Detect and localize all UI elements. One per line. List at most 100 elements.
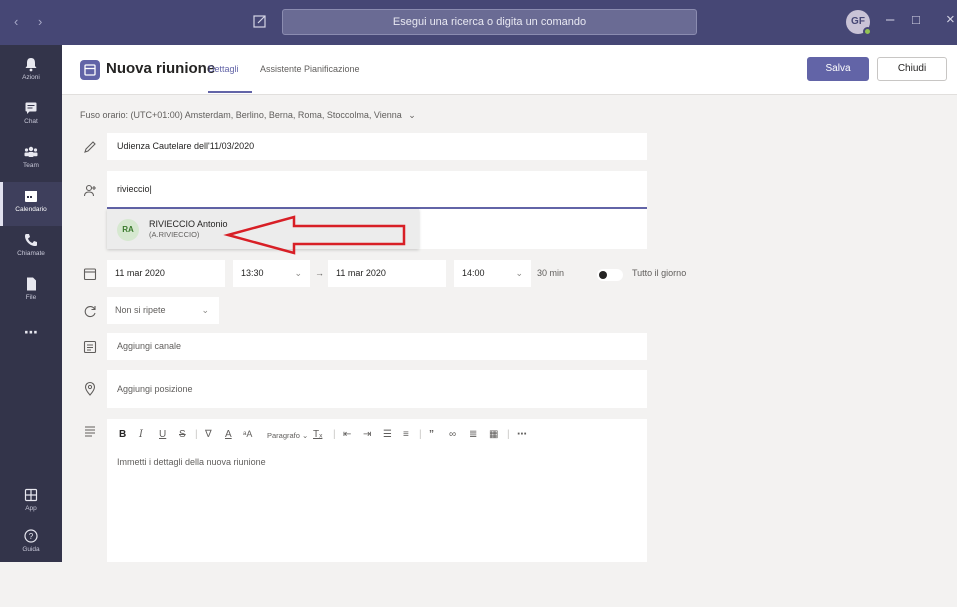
history-nav[interactable]: ‹ › — [14, 14, 50, 29]
horizontal-rule-icon[interactable]: ≣ — [469, 429, 477, 440]
timezone-label: Fuso orario: (UTC+01:00) Amsterdam, Berl… — [80, 110, 402, 120]
attendees-input[interactable]: riviecciο| — [107, 171, 647, 209]
toggle-knob — [599, 271, 607, 279]
underline-icon[interactable]: U — [159, 429, 166, 440]
chat-icon — [25, 102, 37, 114]
increase-indent-icon[interactable]: ⇥ — [363, 429, 371, 440]
rail-item-file[interactable]: File — [0, 270, 62, 314]
timezone-selector[interactable]: Fuso orario: (UTC+01:00) Amsterdam, Berl… — [80, 110, 416, 121]
repeat-dropdown[interactable]: Non si ripete ⌄ — [107, 297, 219, 324]
calendar-icon — [83, 268, 97, 281]
attendees-value: riviecciο — [117, 184, 150, 194]
font-size-icon[interactable]: ᵃA — [243, 429, 252, 439]
bulleted-list-icon[interactable]: ☰ — [383, 429, 392, 440]
more-icon[interactable]: ⋯ — [517, 429, 527, 440]
details-editor[interactable]: B I U S | ∇ A ᵃA Paragrafo ⌄ Tₓ | ⇤ ⇥ ☰ … — [107, 419, 647, 562]
pencil-icon — [84, 141, 96, 153]
table-icon[interactable]: ▦ — [489, 429, 498, 440]
italic-icon[interactable]: I — [139, 429, 143, 440]
link-icon[interactable]: ∞ — [449, 429, 456, 440]
all-day-label: Tutto il giorno — [632, 268, 687, 278]
rail-item-label: File — [25, 294, 37, 301]
channel-placeholder: Aggiungi canale — [117, 341, 182, 351]
rail-item-azioni[interactable]: Azioni — [0, 50, 62, 94]
help-icon: ? — [24, 529, 38, 543]
font-color-icon[interactable]: A — [225, 429, 232, 440]
toolbar-divider: | — [195, 429, 198, 440]
compose-icon[interactable] — [252, 13, 268, 29]
minimize-icon[interactable]: – — [886, 11, 894, 28]
duration-label: 30 min — [537, 268, 565, 278]
meeting-form-panel: Nuova riunione Dettagli Assistente Piani… — [62, 45, 957, 562]
suggestion-name: RIVIECCIO Antonio — [149, 219, 228, 229]
chevron-down-icon: ⌄ — [201, 305, 209, 315]
title-bar: ‹ › Esegui una ricerca o digita un coman… — [0, 0, 957, 45]
decrease-indent-icon[interactable]: ⇤ — [343, 429, 351, 440]
all-day-toggle[interactable] — [597, 269, 623, 281]
file-icon — [27, 277, 36, 291]
end-time-picker[interactable]: 14:00 ⌄ — [454, 260, 531, 287]
rail-item-chat[interactable]: Chat — [0, 94, 62, 138]
rail-item-label: App — [25, 505, 37, 512]
avatar-initials: GF — [851, 16, 865, 27]
paragraph-label: Paragrafo — [267, 431, 300, 440]
strikethrough-icon[interactable]: S — [179, 429, 186, 440]
svg-text:?: ? — [29, 532, 34, 541]
text-cursor: | — [149, 184, 152, 194]
save-button[interactable]: Salva — [807, 57, 869, 81]
suggestion-id: (A.RIVIECCIO) — [149, 230, 200, 239]
start-time-picker[interactable]: 13:30 ⌄ — [233, 260, 310, 287]
start-date-value: 11 mar 2020 — [115, 268, 165, 278]
rail-item-label: Calendario — [15, 206, 47, 213]
location-pin-icon — [84, 381, 96, 396]
end-date-picker[interactable]: 11 mar 2020 — [328, 260, 446, 287]
attendee-suggestion[interactable]: RA RIVIECCIO Antonio (A.RIVIECCIO) — [107, 209, 419, 249]
start-time-value: 13:30 — [241, 268, 264, 278]
start-date-picker[interactable]: 11 mar 2020 — [107, 260, 225, 287]
rail-item-label: Chat — [24, 118, 38, 125]
toolbar-divider: | — [419, 429, 422, 440]
rail-item-more[interactable]: ⋯ — [0, 314, 62, 358]
close-icon[interactable]: × — [946, 11, 955, 28]
chevron-down-icon: ⌄ — [408, 110, 416, 120]
chevron-down-icon: ⌄ — [294, 268, 302, 278]
tab-assistente-pianificazione[interactable]: Assistente Pianificazione — [260, 64, 360, 74]
close-button[interactable]: Chiudi — [877, 57, 947, 81]
details-placeholder: Immetti i dettagli della nuova riunione — [117, 457, 266, 467]
maximize-icon[interactable]: □ — [912, 12, 920, 27]
calendar-icon — [25, 191, 37, 202]
rail-item-label: Azioni — [22, 74, 40, 81]
numbered-list-icon[interactable]: ≡ — [403, 429, 409, 440]
location-placeholder: Aggiungi posizione — [117, 384, 193, 394]
rail-item-chiamate[interactable]: Chiamate — [0, 226, 62, 270]
avatar: RA — [117, 219, 139, 241]
rail-item-app[interactable]: App — [0, 481, 62, 525]
channel-icon — [83, 340, 97, 354]
team-icon — [24, 146, 38, 157]
toolbar-divider: | — [333, 429, 336, 440]
bold-icon[interactable]: B — [119, 429, 126, 440]
more-icon: ⋯ — [24, 324, 38, 340]
form-header: Nuova riunione Dettagli Assistente Piani… — [62, 45, 957, 95]
tab-dettagli[interactable]: Dettagli — [208, 64, 239, 74]
paragraph-dropdown[interactable]: Paragrafo ⌄ — [267, 431, 308, 440]
highlight-icon[interactable]: ∇ — [205, 429, 212, 440]
calendar-icon — [80, 60, 100, 80]
arrow-right-icon: → — [315, 268, 324, 278]
phone-icon — [25, 234, 37, 246]
rail-item-team[interactable]: Team — [0, 138, 62, 182]
end-date-value: 11 mar 2020 — [336, 268, 386, 278]
rail-item-calendario[interactable]: Calendario — [0, 182, 62, 226]
rail-item-guida[interactable]: ? Guida — [0, 522, 62, 566]
toolbar-divider: | — [507, 429, 510, 440]
active-tab-indicator — [208, 91, 252, 93]
avatar[interactable]: GF — [846, 10, 872, 36]
search-input[interactable]: Esegui una ricerca o digita un comando — [282, 9, 697, 35]
clear-format-icon[interactable]: Tₓ — [313, 429, 322, 440]
rail-item-label: Team — [23, 162, 39, 169]
title-field[interactable]: Udienza Cautelare dell'11/03/2020 — [107, 133, 647, 160]
bell-icon — [25, 58, 37, 72]
quote-icon[interactable]: ” — [429, 429, 434, 440]
channel-field[interactable]: Aggiungi canale — [107, 333, 647, 360]
location-field[interactable]: Aggiungi posizione — [107, 370, 647, 408]
